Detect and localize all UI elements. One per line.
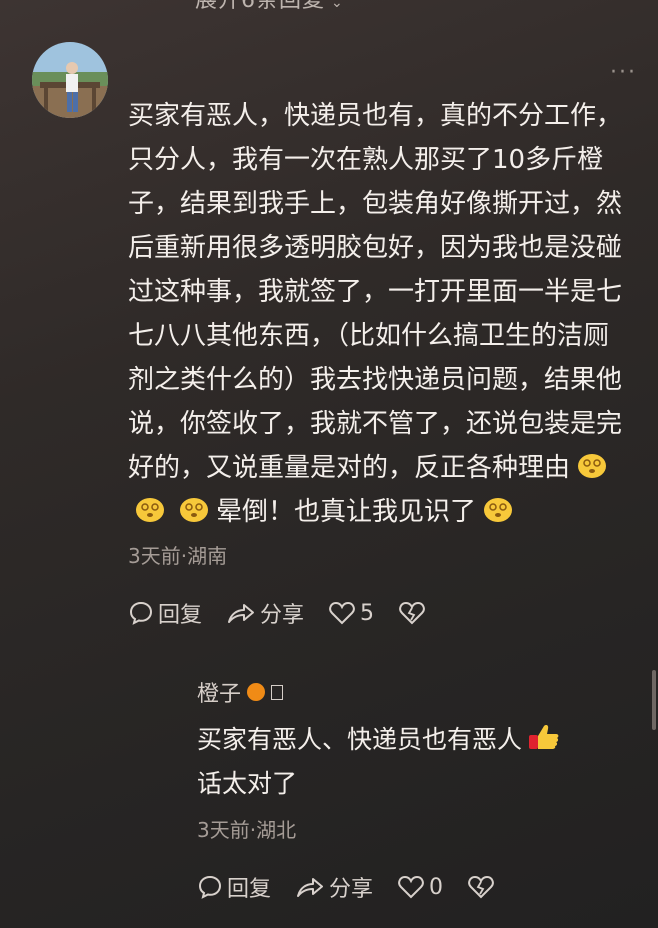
dizzy-face-emoji — [575, 450, 609, 480]
reply-body-line2: 话太对了 — [197, 769, 298, 798]
unknown-glyph-icon — [271, 684, 284, 700]
reply-dislike-button[interactable] — [467, 874, 499, 900]
share-button[interactable]: 分享 — [226, 597, 304, 629]
avatar[interactable] — [32, 42, 108, 118]
reply-author-name: 橙子 — [197, 682, 242, 707]
comment-bubble-icon — [198, 875, 222, 899]
reply-actions: 回复 分享 0 — [197, 871, 523, 903]
reply-reply-label: 回复 — [227, 877, 272, 902]
share-icon — [297, 878, 324, 897]
share-label: 分享 — [260, 603, 305, 628]
more-icon[interactable]: ··· — [610, 60, 637, 85]
scrollbar[interactable] — [652, 670, 656, 730]
reply-share-button[interactable]: 分享 — [295, 871, 373, 903]
share-icon — [228, 604, 255, 623]
reply-button[interactable]: 回复 — [128, 597, 202, 629]
heart-icon — [398, 875, 424, 899]
reply-author[interactable]: 橙子 — [197, 676, 284, 708]
reply-meta: 3天前·湖北 — [197, 818, 297, 842]
orange-emoji — [247, 683, 266, 701]
comment-body-tail: 晕倒！也真让我见识了 — [216, 497, 477, 527]
dizzy-face-emoji — [133, 494, 167, 524]
heart-icon — [329, 601, 355, 625]
like-button[interactable]: 5 — [328, 600, 374, 626]
dizzy-face-emoji — [481, 494, 515, 524]
like-count: 5 — [360, 600, 375, 626]
reply-share-label: 分享 — [329, 877, 374, 902]
reply-body-line1: 买家有恶人、快递员也有恶人 — [197, 725, 523, 754]
broken-heart-icon — [399, 601, 425, 625]
broken-heart-icon — [468, 875, 494, 899]
comment-text: 买家有恶人，快递员也有，真的不分工作，只分人，我有一次在熟人那买了10多斤橙子，… — [128, 94, 628, 534]
dislike-button[interactable] — [398, 600, 430, 626]
comment-bubble-icon — [129, 601, 153, 625]
comment-actions: 回复 分享 5 — [128, 597, 454, 629]
reply-text: 买家有恶人、快递员也有恶人 话太对了 — [197, 718, 617, 806]
reply-like-count: 0 — [429, 874, 444, 900]
chevron-down-icon: ⌄ — [331, 0, 344, 11]
reply-label: 回复 — [158, 603, 203, 628]
thumbs-up-emoji — [527, 722, 561, 752]
comment-meta: 3天前·湖南 — [128, 544, 228, 568]
reply-like-button[interactable]: 0 — [397, 874, 443, 900]
dizzy-face-emoji — [177, 494, 211, 524]
collapsed-replies-toggle[interactable]: 展开6条回复 ⌄ — [195, 0, 344, 14]
comment-body: 买家有恶人，快递员也有，真的不分工作，只分人，我有一次在熟人那买了10多斤橙子，… — [128, 101, 623, 483]
collapsed-replies-label: 展开6条回复 — [195, 0, 325, 13]
reply-reply-button[interactable]: 回复 — [197, 871, 271, 903]
